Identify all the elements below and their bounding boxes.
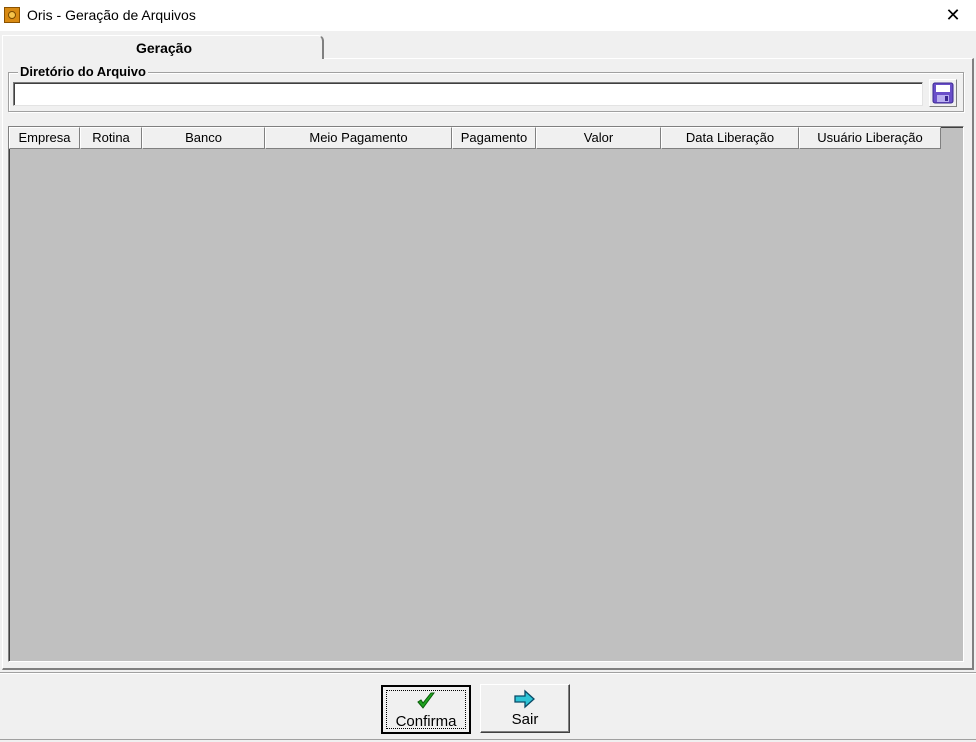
- tab-label: Geração: [135, 40, 193, 56]
- column-header-empresa[interactable]: Empresa: [9, 127, 80, 149]
- directory-input[interactable]: [13, 82, 923, 106]
- tab-geracao[interactable]: Geração: [2, 35, 324, 59]
- grid-header: Empresa Rotina Banco Meio Pagamento Paga…: [9, 127, 941, 149]
- checkmark-icon: [417, 692, 435, 709]
- exit-button[interactable]: Sair: [480, 684, 570, 733]
- confirm-button[interactable]: Confirma: [381, 685, 471, 734]
- close-icon: ✕: [945, 5, 961, 25]
- oris-app-icon: [4, 7, 20, 23]
- column-header-rotina[interactable]: Rotina: [80, 127, 142, 149]
- column-header-usuario-liberacao[interactable]: Usuário Liberação: [799, 127, 941, 149]
- column-header-meio-pagamento[interactable]: Meio Pagamento: [265, 127, 452, 149]
- column-header-pagamento[interactable]: Pagamento: [452, 127, 536, 149]
- payments-grid[interactable]: [8, 126, 964, 662]
- column-header-banco[interactable]: Banco: [142, 127, 265, 149]
- close-button[interactable]: ✕: [930, 0, 976, 31]
- directory-group-label: Diretório do Arquivo: [18, 64, 148, 80]
- confirm-button-label: Confirma: [395, 713, 457, 730]
- column-header-valor[interactable]: Valor: [536, 127, 661, 149]
- save-directory-button[interactable]: [929, 79, 957, 107]
- column-header-data-liberacao[interactable]: Data Liberação: [661, 127, 799, 149]
- arrow-right-icon: [514, 689, 535, 709]
- bottom-separator: [0, 672, 976, 674]
- exit-button-label: Sair: [511, 711, 539, 728]
- window-title: Oris - Geração de Arquivos: [27, 7, 196, 23]
- floppy-disk-icon: [932, 82, 954, 104]
- window-bottom-border: [0, 739, 976, 740]
- title-bar: Oris - Geração de Arquivos ✕: [0, 0, 976, 31]
